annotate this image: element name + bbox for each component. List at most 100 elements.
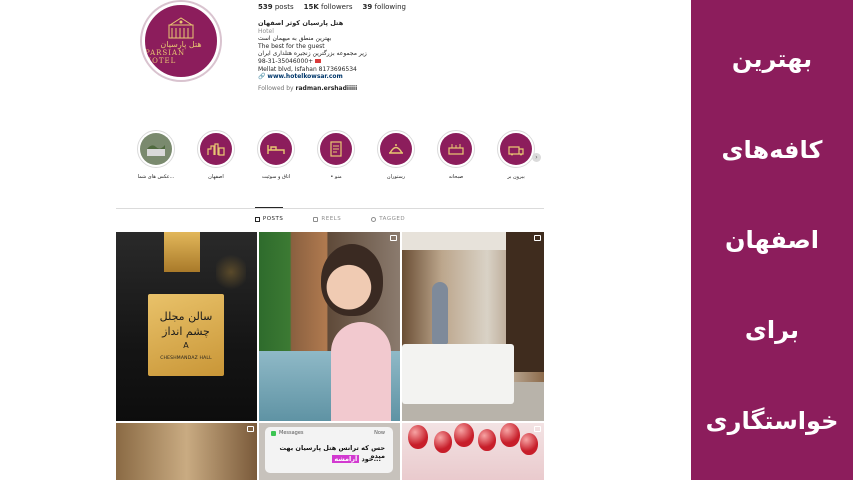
- followed-by[interactable]: Followed by radman.ershadiiiii: [258, 85, 438, 93]
- bed-icon: [260, 133, 292, 165]
- followed-user: radman.ershadiiiii: [295, 84, 358, 92]
- post-balloons[interactable]: [402, 423, 544, 480]
- message-app: Messages: [271, 430, 304, 436]
- balloon: [520, 433, 538, 455]
- menu-icon: [320, 133, 352, 165]
- tab-label: TAGGED: [379, 216, 406, 222]
- bio-line: زیر مجموعه بزرگترین زنجیره هتلداری ایران: [258, 50, 367, 58]
- highlight-item[interactable]: صبحانه: [430, 130, 482, 180]
- tag-icon: [371, 216, 377, 222]
- reels-icon: [313, 216, 319, 222]
- bio-line: بهترین منطق به میهمان است: [258, 35, 332, 43]
- bio-phone-row: 98-31-35046000+: [258, 58, 438, 66]
- chevron-right-icon[interactable]: ›: [532, 153, 541, 162]
- posts-count: 539: [258, 3, 273, 11]
- highlight-ring: [437, 130, 475, 168]
- title-word: خواستگاری: [705, 406, 839, 435]
- website-link[interactable]: www.hotelkowsar.com: [267, 73, 342, 80]
- message-word: خود: [361, 455, 374, 463]
- followers-count: 15K: [303, 3, 319, 11]
- highlight-item[interactable]: اصفهان: [190, 130, 242, 180]
- highlight-label: بیرون بر: [507, 174, 525, 180]
- sign-line: سالن مجلل: [159, 310, 213, 323]
- post-hotel-room[interactable]: [402, 232, 544, 421]
- highlight-ring: [257, 130, 295, 168]
- multiple-posts-icon: [534, 235, 541, 241]
- flag-icon: [315, 59, 322, 64]
- sign-letter: A: [183, 341, 189, 350]
- multiple-posts-icon: [247, 426, 254, 432]
- highlight-item[interactable]: • منو: [310, 130, 362, 180]
- profile-avatar[interactable]: هتل پارسیان PARSIAN HOTEL: [142, 2, 220, 80]
- bed: [402, 344, 514, 404]
- light-beam: [164, 232, 200, 272]
- message-highlight: آرامشه: [332, 455, 360, 463]
- balloon: [434, 431, 452, 453]
- link-icon: 🔗: [258, 73, 266, 81]
- logo-text-fa: هتل پارسیان: [160, 40, 202, 49]
- message-line-2: خود آرامشه...: [273, 455, 381, 463]
- grid-icon: [254, 216, 260, 222]
- message-app-name: Messages: [279, 430, 304, 436]
- hotel-logo-icon: [168, 17, 194, 39]
- title-word: برای: [744, 316, 800, 345]
- following-count: 39: [362, 3, 373, 11]
- tab-label: POSTS: [262, 216, 284, 222]
- hall-sign: سالن مجلل چشم انداز A CHESHMANDAZ HALL: [148, 294, 224, 376]
- followers-label: followers: [321, 3, 353, 11]
- profile-bio: هتل پارسیان کوثر اصفهان Hotel بهترین منط…: [258, 19, 438, 93]
- tab-tagged[interactable]: TAGGED: [371, 208, 405, 222]
- title-word: اصفهان: [724, 225, 820, 254]
- multiple-posts-icon: [390, 235, 397, 241]
- photo-icon: [140, 133, 172, 165]
- title-panel: بهترین کافه‌های اصفهان برای خواستگاری: [691, 0, 853, 480]
- story-highlights: عکس های شما... اصفهان اتاق و سوئیت • منو…: [130, 130, 550, 190]
- profile-stats: 539 posts 15K followers 39 following: [258, 3, 406, 11]
- title-word: کافه‌های: [721, 135, 823, 164]
- following-stat[interactable]: 39 following: [363, 3, 406, 11]
- takeaway-icon: [500, 133, 532, 165]
- balloon: [454, 423, 474, 447]
- followers-stat[interactable]: 15K followers: [304, 3, 353, 11]
- sign-english: CHESHMANDAZ HALL: [160, 356, 212, 361]
- ambient-light: [216, 252, 246, 292]
- post-interior[interactable]: [116, 423, 257, 480]
- highlight-ring: [497, 130, 535, 168]
- highlight-ring: [377, 130, 415, 168]
- highlight-item[interactable]: اتاق و سوئیت: [250, 130, 302, 180]
- highlight-label: رستوران: [386, 174, 406, 180]
- post-message[interactable]: Messages Now حس که ترانس هتل پارسیان بهت…: [259, 423, 400, 480]
- balloon: [478, 429, 496, 451]
- guest-figure: [432, 282, 448, 344]
- messages-icon: [271, 430, 276, 436]
- tab-label: REELS: [321, 216, 342, 222]
- posts-stat: 539 posts: [258, 3, 294, 11]
- highlight-item[interactable]: رستوران: [370, 130, 422, 180]
- bio-phone: 98-31-35046000+: [258, 57, 314, 65]
- highlight-ring: [137, 130, 175, 168]
- post-hall-sign[interactable]: سالن مجلل چشم انداز A CHESHMANDAZ HALL: [116, 232, 257, 421]
- highlight-label: • منو: [330, 174, 342, 180]
- highlight-label: اصفهان: [208, 174, 224, 180]
- posts-label: posts: [274, 3, 294, 11]
- tab-posts[interactable]: POSTS: [254, 207, 284, 222]
- title-word: بهترین: [731, 45, 813, 74]
- restaurant-icon: [380, 133, 412, 165]
- highlight-label: عکس های شما...: [137, 174, 175, 180]
- balloon: [500, 423, 520, 447]
- sign-line: چشم انداز: [162, 325, 210, 338]
- girl-head: [321, 244, 383, 316]
- balloon: [408, 425, 428, 449]
- profile-tabs: POSTS REELS TAGGED: [116, 207, 544, 222]
- message-time: Now: [374, 430, 385, 436]
- post-girl-photo[interactable]: [259, 232, 400, 421]
- highlight-item[interactable]: عکس های شما...: [130, 130, 182, 180]
- profile-name: هتل پارسیان کوثر اصفهان: [258, 19, 344, 27]
- tab-reels[interactable]: REELS: [313, 208, 341, 222]
- city-icon: [200, 133, 232, 165]
- highlight-label: صبحانه: [448, 174, 464, 180]
- instagram-profile: هتل پارسیان PARSIAN HOTEL 539 posts 15K …: [0, 0, 690, 480]
- followed-prefix: Followed by: [258, 84, 294, 92]
- highlight-ring: [197, 130, 235, 168]
- girl-body: [331, 322, 391, 421]
